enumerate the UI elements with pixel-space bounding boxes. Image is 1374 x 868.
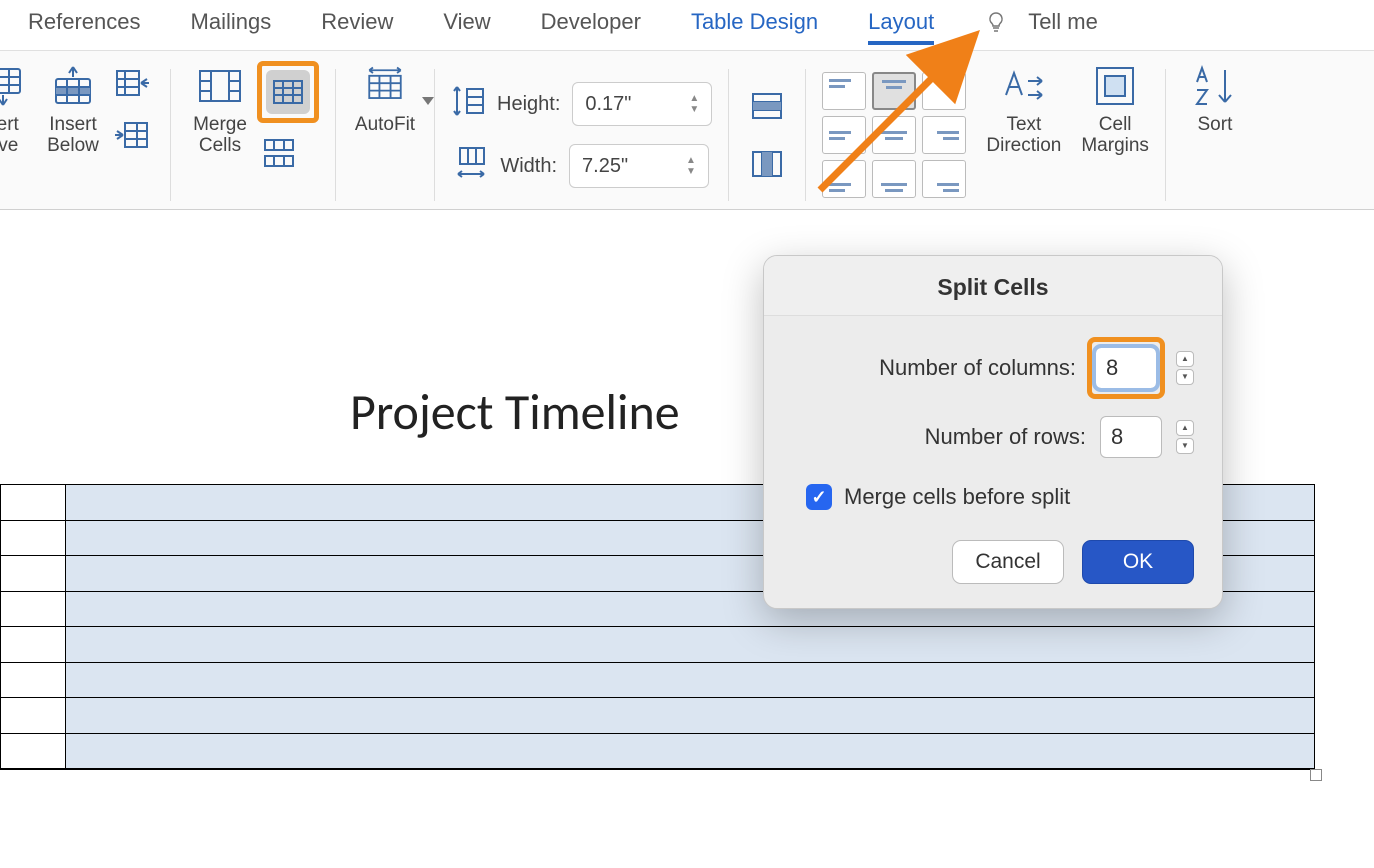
split-table-button[interactable] (257, 131, 301, 175)
sort-button[interactable]: Sort (1182, 61, 1248, 136)
height-label: Height: (497, 93, 560, 116)
tab-layout[interactable]: Layout (868, 9, 934, 35)
rows-input[interactable]: 8 (1100, 416, 1162, 458)
align-top-center[interactable] (872, 72, 916, 110)
layout-toolbar: sert ove Insert Below (0, 50, 1374, 210)
width-label: Width: (500, 155, 557, 178)
table-row[interactable] (1, 663, 1314, 699)
text-direction-button[interactable]: Text Direction (986, 61, 1061, 157)
distribute-columns-button[interactable] (745, 142, 789, 186)
row-height-icon (451, 83, 485, 125)
distribute-rows-button[interactable] (745, 84, 789, 128)
table-row[interactable] (1, 734, 1314, 770)
rows-step-down[interactable]: ▼ (1176, 438, 1194, 454)
tab-developer[interactable]: Developer (541, 9, 641, 35)
autofit-button[interactable]: AutoFit (352, 61, 418, 136)
cancel-button[interactable]: Cancel (952, 540, 1064, 584)
align-top-right[interactable] (922, 72, 966, 110)
width-stepper[interactable]: ▲▼ (686, 147, 706, 185)
lightbulb-icon (984, 10, 1008, 34)
height-input[interactable]: 0.17" ▲▼ (572, 82, 712, 126)
align-bottom-center[interactable] (872, 160, 916, 198)
tab-view[interactable]: View (443, 9, 490, 35)
cell-margins-button[interactable]: Cell Margins (1081, 61, 1149, 157)
insert-right-button[interactable] (110, 113, 154, 157)
columns-label: Number of columns: (792, 355, 1076, 381)
insert-below-label: Insert Below (47, 115, 99, 157)
split-cells-dialog: Split Cells Number of columns: 8 ▲ ▼ Num… (763, 255, 1223, 609)
document-title: Project Timeline (350, 382, 680, 443)
insert-above-label: sert ove (0, 115, 19, 157)
autofit-dropdown-icon[interactable] (422, 97, 434, 105)
align-top-left[interactable] (822, 72, 866, 110)
table-row[interactable] (1, 627, 1314, 663)
columns-input[interactable]: 8 (1095, 347, 1157, 389)
merge-label: Merge cells before split (844, 484, 1070, 510)
tab-mailings[interactable]: Mailings (191, 9, 272, 35)
align-bottom-right[interactable] (922, 160, 966, 198)
table-resize-handle[interactable] (1310, 769, 1322, 781)
columns-highlight: 8 (1087, 337, 1165, 399)
align-middle-center[interactable] (872, 116, 916, 154)
tab-references[interactable]: References (28, 9, 141, 35)
merge-checkbox[interactable]: ✓ (806, 484, 832, 510)
align-middle-right[interactable] (922, 116, 966, 154)
tab-table-design[interactable]: Table Design (691, 9, 818, 35)
align-bottom-left[interactable] (822, 160, 866, 198)
dialog-title: Split Cells (764, 256, 1222, 316)
insert-left-button[interactable] (110, 61, 154, 105)
sort-label: Sort (1198, 115, 1233, 136)
tell-me[interactable]: Tell me (1028, 9, 1098, 35)
insert-above-button[interactable]: sert ove (0, 61, 36, 157)
split-cells-button[interactable] (266, 70, 310, 114)
cell-margins-label: Cell Margins (1081, 115, 1149, 157)
autofit-label: AutoFit (355, 115, 415, 136)
rows-label: Number of rows: (792, 424, 1086, 450)
rows-step-up[interactable]: ▲ (1176, 420, 1194, 436)
merge-cells-button[interactable]: Merge Cells (187, 61, 253, 157)
height-stepper[interactable]: ▲▼ (689, 85, 709, 123)
columns-step-down[interactable]: ▼ (1176, 369, 1194, 385)
alignment-grid (822, 72, 966, 198)
text-direction-label: Text Direction (986, 115, 1061, 157)
table-row[interactable] (1, 698, 1314, 734)
columns-step-up[interactable]: ▲ (1176, 351, 1194, 367)
ribbon-tabs: References Mailings Review View Develope… (0, 0, 1374, 44)
column-width-icon (454, 146, 488, 186)
split-cells-highlight (257, 61, 319, 123)
insert-below-button[interactable]: Insert Below (40, 61, 106, 157)
width-input[interactable]: 7.25" ▲▼ (569, 144, 709, 188)
align-middle-left[interactable] (822, 116, 866, 154)
ok-button[interactable]: OK (1082, 540, 1194, 584)
tab-review[interactable]: Review (321, 9, 393, 35)
merge-cells-label: Merge Cells (193, 115, 247, 157)
